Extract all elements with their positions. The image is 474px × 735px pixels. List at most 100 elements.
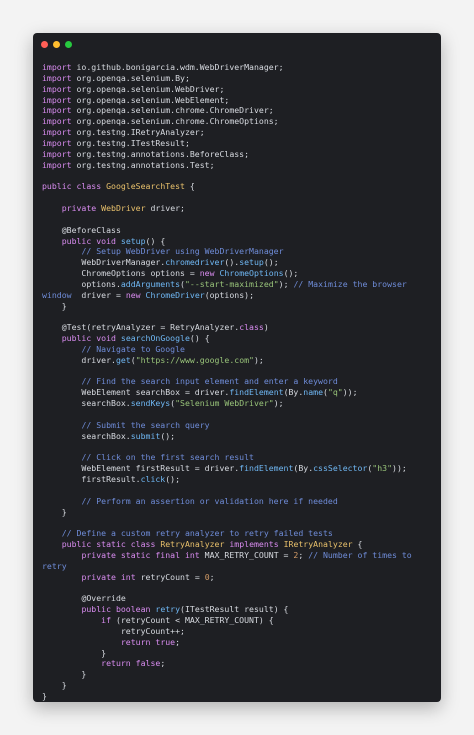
- code-token: sendKeys: [130, 398, 171, 409]
- code-line: @BeforeClass: [42, 225, 437, 236]
- code-line: private WebDriver driver;: [42, 203, 437, 214]
- code-token: org.testng.ITestResult;: [71, 137, 190, 148]
- code-token: addArguments: [120, 278, 181, 289]
- code-token: WebElement searchBox = driver.: [42, 387, 230, 398]
- code-token: import: [42, 127, 72, 138]
- code-line: public class GoogleSearchTest {: [42, 181, 437, 192]
- minimize-window-button[interactable]: [53, 41, 60, 48]
- code-token: chromedriver: [165, 257, 225, 268]
- code-token: }: [42, 669, 87, 680]
- code-line: retryCount++;: [42, 626, 437, 637]
- code-line: // Navigate to Google: [42, 344, 437, 355]
- code-token: ;: [175, 636, 181, 647]
- code-token: "h3": [372, 463, 393, 474]
- maximize-window-button[interactable]: [65, 41, 72, 48]
- code-token: ().: [224, 257, 240, 268]
- code-token: import: [42, 94, 72, 105]
- code-token: io.github.bonigarcia.wdm.WebDriverManage…: [71, 62, 284, 72]
- code-token: );: [278, 278, 294, 289]
- code-line: }: [42, 691, 437, 702]
- code-token: {: [352, 539, 363, 550]
- code-token: retryCount++;: [42, 625, 185, 636]
- code-token: click: [140, 474, 166, 485]
- code-token: @BeforeClass: [61, 224, 121, 235]
- code-token: ();: [283, 268, 299, 279]
- code-token: import: [42, 83, 72, 94]
- code-line: // Define a custom retry analyzer to ret…: [42, 528, 437, 539]
- code-token: () {: [145, 235, 166, 246]
- code-token: }: [42, 506, 67, 517]
- code-token: searchOnGoogle: [120, 333, 190, 344]
- code-token: import: [42, 159, 72, 170]
- code-token: }: [42, 647, 107, 658]
- code-token: (retryAnalyzer = RetryAnalyzer.: [86, 322, 240, 333]
- code-token: true: [155, 636, 176, 647]
- code-token: driver =: [71, 289, 126, 300]
- code-token: searchBox.: [42, 398, 131, 409]
- code-line: private int retryCount = 0;: [42, 572, 437, 583]
- code-line: // Click on the first search result: [42, 452, 437, 463]
- code-line: }: [42, 680, 437, 691]
- code-line: }: [42, 301, 437, 312]
- close-window-button[interactable]: [41, 41, 48, 48]
- code-token: org.openqa.selenium.chrome.ChromeOptions…: [71, 116, 279, 127]
- code-token: org.testng.IRetryAnalyzer;: [71, 127, 205, 138]
- code-line: driver.get("https://www.google.com");: [42, 355, 437, 366]
- code-token: // Navigate to Google: [81, 343, 185, 354]
- code-token: private: [61, 202, 97, 213]
- code-line: ChromeOptions options = new ChromeOption…: [42, 268, 437, 279]
- code-token: @Test: [61, 322, 87, 333]
- code-token: retry: [155, 604, 181, 615]
- code-line: WebElement searchBox = driver.findElemen…: [42, 387, 437, 398]
- code-token: (ITestResult result) {: [180, 604, 289, 615]
- code-line: retry: [42, 561, 437, 572]
- code-token: name: [303, 387, 323, 398]
- code-token: import: [42, 62, 72, 72]
- code-token: }: [42, 690, 47, 701]
- code-token: // Setup WebDriver using WebDriverManage…: [81, 246, 284, 257]
- code-line: import org.testng.ITestResult;: [42, 138, 437, 149]
- code-line: WebElement firstResult = driver.findElem…: [42, 463, 437, 474]
- code-token: public void: [61, 333, 116, 344]
- code-token: import: [42, 72, 72, 83]
- code-token: {: [184, 181, 195, 192]
- code-line: options.addArguments("--start-maximized"…: [42, 279, 437, 290]
- code-token: public void: [61, 235, 116, 246]
- code-token: new: [199, 268, 215, 279]
- code-token: // Click on the first search result: [81, 452, 254, 463]
- code-token: IRetryAnalyzer: [283, 539, 353, 550]
- code-token: window: [42, 289, 72, 300]
- code-token: driver.: [42, 354, 116, 365]
- code-token: }: [42, 680, 67, 691]
- code-token: "Selenium WebDriver": [175, 398, 274, 409]
- code-line: public void searchOnGoogle() {: [42, 333, 437, 344]
- code-token: // Maximize the browser: [293, 278, 407, 289]
- code-token: // Perform an assertion or validation he…: [81, 495, 338, 506]
- code-token: class: [239, 322, 264, 333]
- code-token: WebDriver: [101, 202, 146, 213]
- code-line: import org.testng.annotations.Test;: [42, 160, 437, 171]
- code-token: setup: [120, 235, 146, 246]
- code-line: private static final int MAX_RETRY_COUNT…: [42, 550, 437, 561]
- code-line: window driver = new ChromeDriver(options…: [42, 290, 437, 301]
- code-token: ChromeDriver: [145, 289, 205, 300]
- code-line: searchBox.sendKeys("Selenium WebDriver")…: [42, 398, 437, 409]
- code-token: // Define a custom retry analyzer to ret…: [61, 528, 333, 539]
- code-token: org.openqa.selenium.WebElement;: [71, 94, 230, 105]
- code-token: driver;: [145, 202, 185, 213]
- code-token: return: [101, 658, 131, 669]
